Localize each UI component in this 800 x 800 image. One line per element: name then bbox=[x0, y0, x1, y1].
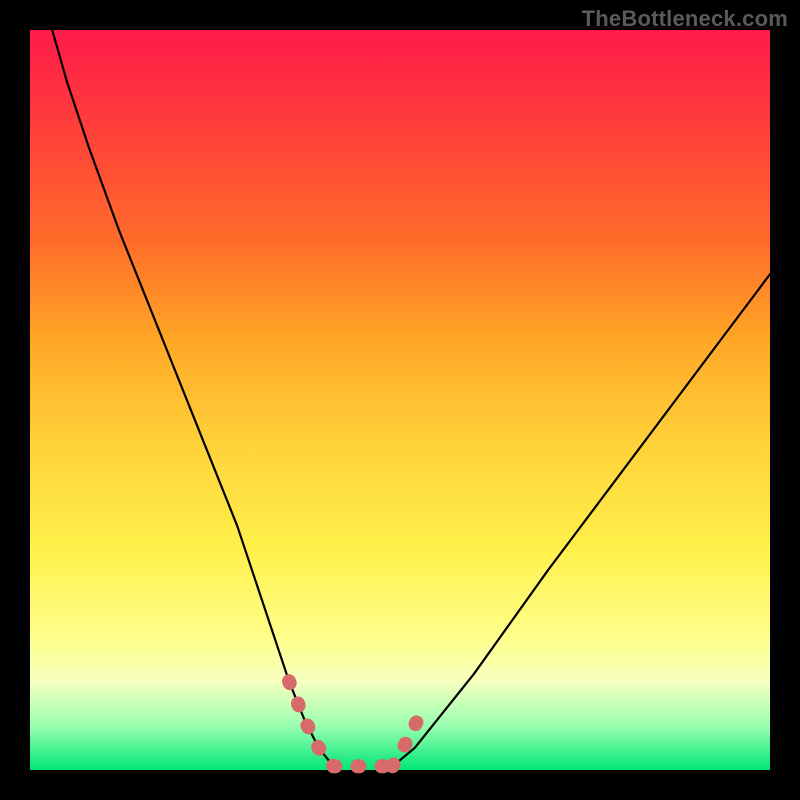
series-group bbox=[52, 30, 770, 766]
chart-stage: TheBottleneck.com bbox=[0, 0, 800, 800]
watermark-text: TheBottleneck.com bbox=[582, 6, 788, 32]
valley-marker-right bbox=[393, 718, 419, 766]
right-curve bbox=[393, 274, 770, 766]
valley-marker-left bbox=[289, 681, 333, 766]
plot-area bbox=[30, 30, 770, 770]
chart-svg bbox=[30, 30, 770, 770]
left-curve bbox=[52, 30, 333, 766]
